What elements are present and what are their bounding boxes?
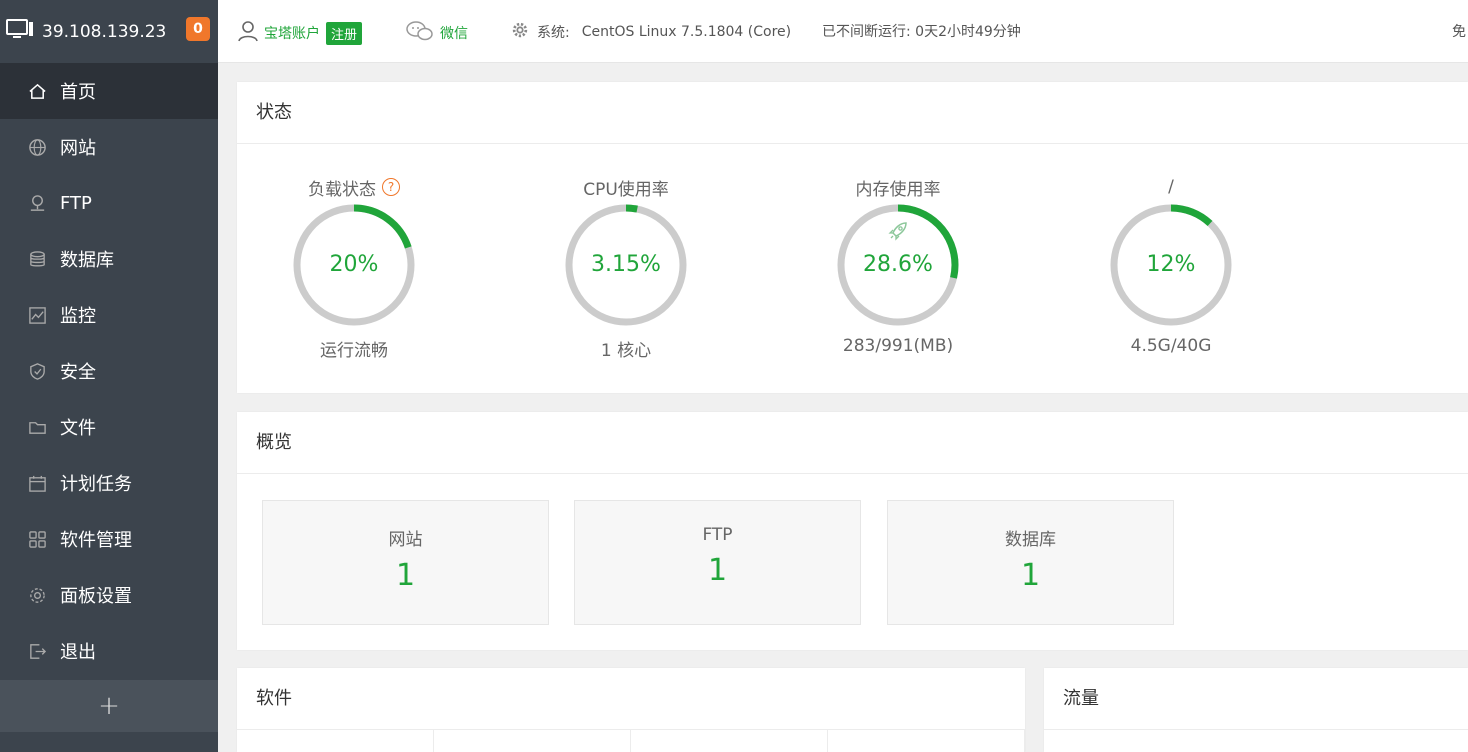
gauge-value: 3.15% (591, 252, 661, 277)
status-panel: 状态 负载状态? 20% 运行流畅 CPU使用率 3.15% 1 核心 内存使用… (237, 82, 1468, 393)
gauge-value: 12% (1146, 252, 1196, 277)
server-ip: 39.108.139.23 (42, 21, 167, 42)
register-button[interactable]: 注册 (326, 21, 363, 45)
overview-database-box[interactable]: 数据库 1 (887, 500, 1174, 625)
gauge-sub: 283/991(MB) (842, 336, 954, 356)
sidebar-item-home[interactable]: 首页 (0, 63, 218, 119)
system-value: CentOS Linux 7.5.1804 (Core) (581, 24, 792, 40)
gauge-ring: 20% (289, 200, 419, 330)
add-button[interactable]: + (0, 680, 218, 732)
logout-icon (27, 641, 47, 661)
monitor-icon (6, 18, 34, 45)
overview-count: 1 (1020, 558, 1041, 593)
overview-website-box[interactable]: 网站 1 (262, 500, 549, 625)
gauge-value: 20% (329, 252, 379, 277)
overview-count: 1 (395, 558, 416, 593)
account-link[interactable]: 宝塔账户 注册 (238, 20, 363, 46)
sidebar-item-label: 首页 (60, 82, 96, 103)
sidebar-item-database[interactable]: 数据库 (0, 231, 218, 287)
ftp-icon (27, 193, 47, 213)
gear-icon (511, 21, 529, 43)
gauge-title: 负载状态 (308, 179, 376, 200)
software-cell[interactable] (828, 730, 1025, 752)
wechat-icon (406, 20, 434, 46)
sidebar-item-website[interactable]: 网站 (0, 119, 218, 175)
sidebar-menu: 首页 网站 FTP 数据库 监控 安全 文件 计划任务 软件管理 面板设置 退出 (0, 63, 218, 679)
sidebar-item-label: 安全 (60, 362, 96, 383)
gauge-title: / (1168, 177, 1174, 197)
notification-badge[interactable]: 0 (186, 17, 210, 41)
sidebar-item-label: 软件管理 (60, 530, 132, 551)
overview-label: 网站 (388, 530, 423, 550)
sidebar-item-cron[interactable]: 计划任务 (0, 455, 218, 511)
load-gauge-title: 负载状态? (254, 174, 454, 200)
monitor-chart-icon (27, 305, 47, 325)
load-gauge[interactable]: 负载状态? 20% 运行流畅 (254, 174, 454, 361)
sidebar-item-settings[interactable]: 面板设置 (0, 567, 218, 623)
overview-panel: 概览 网站 1 FTP 1 数据库 1 (237, 412, 1468, 650)
system-info: 系统: CentOS Linux 7.5.1804 (Core) (511, 21, 791, 43)
globe-icon (27, 137, 47, 157)
uptime: 已不间断运行: 0天2小时49分钟 (822, 24, 1021, 40)
software-cell[interactable] (434, 730, 631, 752)
traffic-panel: 流量 (1044, 668, 1468, 752)
gauge-sub: 运行流畅 (320, 341, 388, 361)
gauge-sub: 1 核心 (600, 341, 652, 361)
sidebar-item-ftp[interactable]: FTP (0, 175, 218, 231)
status-title: 状态 (237, 82, 1468, 144)
disk-gauge[interactable]: / 12% 4.5G/40G (1071, 174, 1271, 356)
sidebar-item-logout[interactable]: 退出 (0, 623, 218, 679)
software-grid (237, 730, 1025, 752)
folder-icon (27, 417, 47, 437)
gauge-ring: 28.6% (833, 200, 963, 330)
wechat-label: 微信 (440, 26, 468, 42)
gauge-ring: 3.15% (561, 200, 691, 330)
software-panel: 软件 (237, 668, 1025, 752)
sidebar: 39.108.139.23 0 首页 网站 FTP 数据库 监控 安全 文件 计… (0, 0, 218, 752)
cpu-gauge[interactable]: CPU使用率 3.15% 1 核心 (526, 174, 726, 361)
gauge-sub: 4.5G/40G (1130, 336, 1212, 356)
gear-icon (27, 585, 47, 605)
sidebar-item-monitor[interactable]: 监控 (0, 287, 218, 343)
help-icon[interactable]: ? (382, 178, 400, 196)
server-header: 39.108.139.23 0 (0, 0, 218, 63)
sidebar-item-label: 面板设置 (60, 586, 132, 607)
overview-title: 概览 (237, 412, 1468, 474)
sidebar-item-label: 计划任务 (60, 474, 132, 495)
system-label: 系统: (537, 25, 570, 41)
overview-count: 1 (707, 553, 728, 588)
grid-icon (27, 529, 47, 549)
wechat-link[interactable]: 微信 (406, 20, 468, 46)
database-icon (27, 249, 47, 269)
software-title: 软件 (237, 668, 1025, 730)
shield-icon (27, 361, 47, 381)
sidebar-item-label: 监控 (60, 306, 96, 327)
sidebar-item-security[interactable]: 安全 (0, 343, 218, 399)
overview-ftp-box[interactable]: FTP 1 (574, 500, 861, 625)
overview-label: 数据库 (1005, 530, 1056, 550)
sidebar-item-label: FTP (60, 192, 92, 214)
gauge-title: CPU使用率 (583, 179, 669, 200)
overview-label: FTP (702, 525, 733, 545)
sidebar-item-label: 网站 (60, 138, 96, 159)
calendar-icon (27, 473, 47, 493)
free-label[interactable]: 免 (1452, 21, 1466, 41)
home-icon (27, 81, 47, 101)
top-header: 宝塔账户 注册 微信 系统: CentOS Linux 7.5.1804 (Co… (218, 0, 1468, 63)
account-label: 宝塔账户 (264, 26, 320, 42)
gauge-ring: 12% (1106, 200, 1236, 330)
sidebar-item-software[interactable]: 软件管理 (0, 511, 218, 567)
memory-gauge[interactable]: 内存使用率 28.6% 283/991(MB) (798, 174, 998, 356)
sidebar-item-label: 数据库 (60, 250, 114, 271)
sidebar-item-label: 文件 (60, 418, 96, 439)
software-cell[interactable] (631, 730, 828, 752)
gauge-title: 内存使用率 (855, 179, 941, 200)
sidebar-item-label: 退出 (60, 642, 96, 663)
traffic-title: 流量 (1044, 668, 1468, 730)
sidebar-item-files[interactable]: 文件 (0, 399, 218, 455)
user-icon (238, 20, 258, 46)
software-cell[interactable] (237, 730, 434, 752)
